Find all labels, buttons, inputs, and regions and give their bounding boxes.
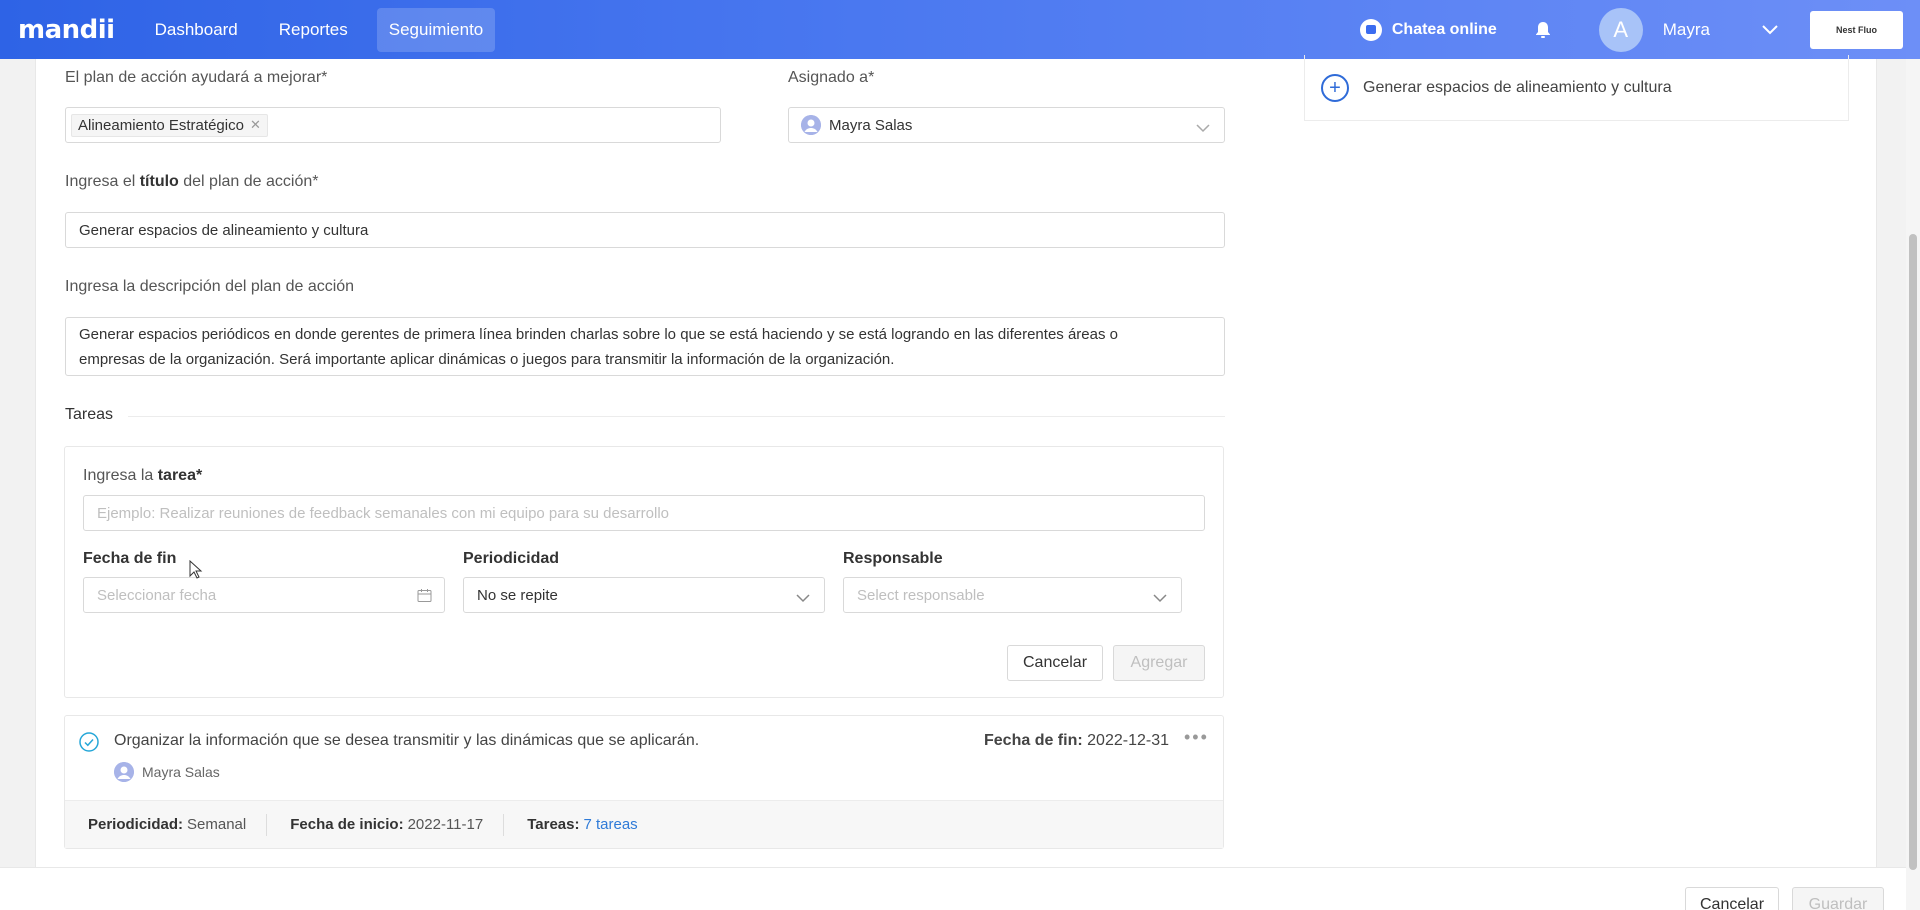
cancel-button[interactable]: Cancelar: [1685, 887, 1779, 910]
end-date-label: Fecha de fin: [83, 550, 177, 567]
save-button[interactable]: Guardar: [1792, 887, 1884, 910]
action-plan-form: El plan de acción ayudará a mejorar* Ali…: [35, 55, 1877, 867]
user-avatar-icon: [114, 762, 134, 782]
chat-label: Chatea online: [1391, 20, 1497, 38]
task-item[interactable]: Organizar la información que se desea tr…: [64, 715, 1224, 849]
description-textarea[interactable]: Generar espacios periódicos en donde ger…: [65, 317, 1225, 376]
assigned-select[interactable]: Mayra Salas: [788, 107, 1225, 143]
check-circle-icon[interactable]: [79, 732, 99, 757]
username[interactable]: Mayra: [1663, 20, 1710, 40]
periodicity-value: No se repite: [477, 586, 558, 604]
company-logo: Nest Fluo: [1810, 10, 1903, 49]
title-value: Generar espacios de alineamiento y cultu…: [79, 221, 369, 239]
description-line-1: Generar espacios periódicos en donde ger…: [79, 325, 1118, 343]
task-label-pre: Ingresa la: [83, 467, 158, 484]
title-label-bold: título: [139, 173, 179, 190]
more-options-icon[interactable]: •••: [1184, 728, 1209, 746]
title-input[interactable]: Generar espacios de alineamiento y cultu…: [65, 212, 1225, 248]
task-input[interactable]: Ejemplo: Realizar reuniones de feedback …: [83, 495, 1205, 531]
mouse-cursor-icon: [189, 560, 203, 579]
avatar[interactable]: A: [1598, 7, 1643, 52]
task-footer: Periodicidad: Semanal Fecha de inicio: 202…: [65, 800, 1223, 848]
task-end-value: 2022-12-31: [1087, 732, 1169, 749]
improve-select[interactable]: Alineamiento Estratégico ✕: [65, 107, 721, 143]
periodicity-label: Periodicidad: [463, 550, 560, 567]
chevron-down-icon: [796, 590, 810, 607]
task-assignee-name: Mayra Salas: [142, 764, 220, 780]
task-label-bold: tarea*: [157, 467, 203, 484]
responsible-select[interactable]: Select responsable: [843, 577, 1182, 613]
bottom-action-bar: Cancelar Guardar: [0, 867, 1920, 910]
bell-icon[interactable]: [1533, 20, 1553, 40]
improve-tag: Alineamiento Estratégico ✕: [71, 113, 268, 137]
task-cancel-button[interactable]: Cancelar: [1007, 645, 1103, 681]
chevron-down-icon: [1153, 590, 1167, 607]
end-date-placeholder: Seleccionar fecha: [97, 586, 217, 604]
periodicity-select[interactable]: No se repite: [463, 577, 825, 613]
task-subtasks: Tareas: 7 tareas: [527, 816, 638, 833]
side-plan-card[interactable]: + Generar espacios de alineamiento y cul…: [1304, 55, 1849, 121]
task-end-label: Fecha de fin:: [984, 732, 1083, 749]
main-nav: Dashboard Reportes Seguimiento: [143, 0, 513, 59]
end-date-picker[interactable]: Seleccionar fecha: [83, 577, 445, 613]
description-line-2: empresas de la organización. Será import…: [79, 350, 895, 368]
section-divider: [128, 416, 1225, 417]
chevron-down-icon[interactable]: [1762, 24, 1778, 35]
calendar-icon: [417, 588, 432, 607]
task-entry-box: Ingresa la tarea* Ejemplo: Realizar reun…: [64, 446, 1224, 698]
task-end-date: Fecha de fin: 2022-12-31: [984, 732, 1169, 750]
app-logo[interactable]: mandii: [18, 15, 115, 45]
task-input-placeholder: Ejemplo: Realizar reuniones de feedback …: [97, 504, 669, 522]
user-avatar-icon: [801, 115, 821, 135]
improve-label: El plan de acción ayudará a mejorar*: [65, 69, 328, 86]
subtasks-link[interactable]: 7 tareas: [583, 816, 637, 833]
responsible-placeholder: Select responsable: [857, 586, 985, 604]
responsible-label: Responsable: [843, 550, 943, 567]
nav-dashboard[interactable]: Dashboard: [143, 8, 250, 52]
task-periodicity: Periodicidad: Semanal: [65, 813, 268, 836]
title-label-pre: Ingresa el: [65, 173, 140, 190]
chevron-down-icon: [1196, 120, 1210, 137]
scroll-thumb[interactable]: [1909, 234, 1917, 870]
tasks-section-title: Tareas: [65, 406, 114, 423]
assigned-label: Asignado a*: [788, 69, 875, 86]
close-icon[interactable]: ✕: [250, 117, 261, 133]
task-input-label: Ingresa la tarea*: [83, 467, 202, 485]
assigned-value: Mayra Salas: [829, 116, 913, 134]
description-label: Ingresa la descripción del plan de acció…: [65, 278, 355, 295]
task-add-button[interactable]: Agregar: [1113, 645, 1205, 681]
navbar-right: Chatea online A Mayra Nest Fluo: [1359, 0, 1920, 59]
nav-reportes[interactable]: Reportes: [267, 8, 360, 52]
task-assignee: Mayra Salas: [114, 762, 220, 782]
plus-circle-icon[interactable]: +: [1321, 73, 1349, 102]
task-text: Organizar la información que se desea tr…: [114, 732, 700, 749]
chat-online-button[interactable]: Chatea online: [1359, 18, 1497, 41]
nav-seguimiento[interactable]: Seguimiento: [376, 7, 496, 52]
scrollbar[interactable]: [1906, 59, 1920, 910]
side-plan-title: Generar espacios de alineamiento y cultu…: [1363, 78, 1672, 96]
task-start-date: Fecha de inicio: 2022-11-17: [267, 813, 505, 836]
title-label: Ingresa el título del plan de acción*: [65, 173, 318, 191]
chat-icon: [1359, 18, 1382, 41]
improve-tag-label: Alineamiento Estratégico: [78, 116, 244, 134]
top-navbar: mandii Dashboard Reportes Seguimiento Ch…: [0, 0, 1920, 59]
title-label-post: del plan de acción*: [178, 173, 319, 190]
